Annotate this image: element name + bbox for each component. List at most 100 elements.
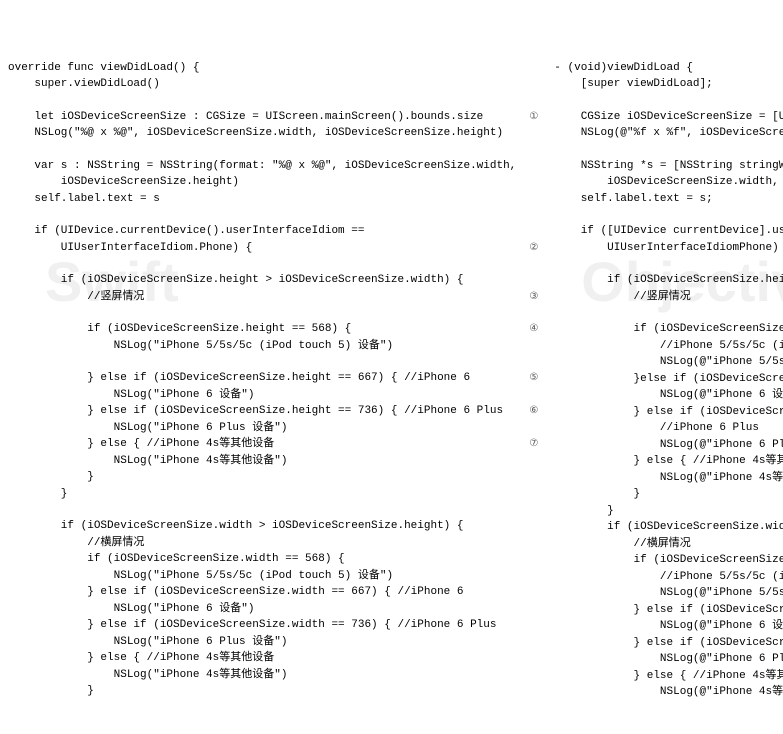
code-line: NSLog("iPhone 6 设备")	[8, 601, 538, 618]
code-line	[8, 142, 538, 158]
code-text: NSLog(@"iPhone 6 设备");	[554, 618, 783, 635]
code-text: if (iOSDeviceScreenSize.width > iOSDevic…	[554, 519, 783, 536]
code-text: } else { //iPhone 4s等其他设备	[554, 453, 783, 470]
code-text: }	[554, 503, 783, 520]
code-text: if (iOSDeviceScreenSize.width > iOSDevic…	[8, 518, 516, 535]
code-text: override func viewDidLoad() {	[8, 60, 516, 77]
code-text: if (iOSDeviceScreenSize.width == 568) {	[8, 551, 516, 568]
code-line: } else if (iOSDeviceScreenSize.width == …	[554, 602, 783, 619]
code-line: NSLog("iPhone 6 Plus 设备")	[8, 634, 538, 651]
code-line: } else if (iOSDeviceScreenSize.width == …	[8, 617, 538, 634]
code-text: //竖屏情况	[554, 289, 783, 306]
code-text: NSLog("iPhone 6 设备")	[8, 601, 516, 618]
code-line	[8, 207, 538, 223]
code-line: NSLog(@"iPhone 6 Plus 设备");	[554, 651, 783, 668]
code-line: } else if (iOSDeviceScreenSize.height ==…	[554, 404, 783, 421]
code-text: //iPhone 6 Plus	[554, 420, 783, 437]
code-text: if (iOSDeviceScreenSize.width == 568) {	[554, 552, 783, 569]
code-text: }else if (iOSDeviceScreenSize.height == …	[554, 371, 783, 388]
code-line: //竖屏情况③	[8, 289, 538, 306]
code-line: iOSDeviceScreenSize.width, iOSDeviceScre…	[554, 174, 783, 191]
code-line: } else if (iOSDeviceScreenSize.height ==…	[8, 370, 538, 387]
code-text: } else { //iPhone 4s等其他设备	[8, 650, 516, 667]
code-line	[554, 305, 783, 321]
code-text: super.viewDidLoad()	[8, 76, 516, 93]
annotation-marker: ⑥	[520, 403, 538, 418]
code-line: } else { //iPhone 4s等其他设备	[554, 453, 783, 470]
code-line: NSLog("iPhone 5/5s/5c (iPod touch 5) 设备"…	[8, 568, 538, 585]
code-text: NSLog("iPhone 5/5s/5c (iPod touch 5) 设备"…	[8, 568, 516, 585]
code-text: //iPhone 5/5s/5c (iPod touch 5) 设备	[554, 338, 783, 355]
annotation-marker: ①	[520, 109, 538, 124]
code-text: NSLog(@"iPhone 6 Plus 设备");	[554, 437, 783, 454]
code-line: NSLog(@"iPhone 6 Plus 设备");⑦	[554, 437, 783, 454]
code-line: if (iOSDeviceScreenSize.height > iOSDevi…	[8, 272, 538, 289]
code-text: var s : NSString = NSString(format: "%@ …	[8, 158, 516, 175]
code-line: NSLog(@"iPhone 6 设备");	[554, 387, 783, 404]
code-line: NSLog(@"iPhone 4s等其他设备");	[554, 684, 783, 701]
code-line: }	[554, 486, 783, 503]
code-text: UIUserInterfaceIdiomPhone) {	[554, 240, 783, 257]
code-line: if (iOSDeviceScreenSize.height > iOSDevi…	[554, 272, 783, 289]
code-text: //iPhone 5/5s/5c (iPod touch 5) 设备	[554, 569, 783, 586]
code-line: if (iOSDeviceScreenSize.width > iOSDevic…	[8, 518, 538, 535]
code-line: if (iOSDeviceScreenSize.width == 568) {	[8, 551, 538, 568]
code-text: iOSDeviceScreenSize.width, iOSDeviceScre…	[554, 174, 783, 191]
code-line: //iPhone 6 Plus	[554, 420, 783, 437]
code-text: NSString *s = [NSString stringWithFormat…	[554, 158, 783, 175]
code-text: NSLog(@"iPhone 5/5s/5c (iPod touch 5) 设备…	[554, 354, 783, 371]
code-line: [super viewDidLoad];	[554, 76, 783, 93]
code-line: UIUserInterfaceIdiom.Phone) {②	[8, 240, 538, 257]
code-text: self.label.text = s;	[554, 191, 783, 208]
code-text: NSLog(@"%f x %f", iOSDeviceScreenSize.wi…	[554, 125, 783, 142]
code-text: NSLog(@"iPhone 5/5s/5c (iPod touch 5) 设备…	[554, 585, 783, 602]
code-line: if (iOSDeviceScreenSize.width == 568) {	[554, 552, 783, 569]
code-line: }	[554, 503, 783, 520]
code-line: NSLog(@"iPhone 6 设备");	[554, 618, 783, 635]
code-text: NSLog(@"iPhone 6 Plus 设备");	[554, 651, 783, 668]
code-text: NSLog("iPhone 6 设备")	[8, 387, 516, 404]
code-line: //横屏情况	[8, 535, 538, 552]
code-line	[554, 207, 783, 223]
code-line: override func viewDidLoad() {	[8, 60, 538, 77]
code-line: }	[8, 683, 538, 700]
code-line: } else { //iPhone 4s等其他设备	[554, 668, 783, 685]
code-columns: Swift override func viewDidLoad() { supe…	[0, 0, 783, 593]
code-line: super.viewDidLoad()	[8, 76, 538, 93]
code-text: NSLog("iPhone 6 Plus 设备")	[8, 420, 516, 437]
code-text: } else if (iOSDeviceScreenSize.height ==…	[8, 370, 516, 387]
code-line: self.label.text = s;	[554, 191, 783, 208]
code-line: //iPhone 5/5s/5c (iPod touch 5) 设备	[554, 569, 783, 586]
swift-column: Swift override func viewDidLoad() { supe…	[0, 0, 546, 593]
code-line: //竖屏情况③	[554, 289, 783, 306]
code-text: if (iOSDeviceScreenSize.height > iOSDevi…	[554, 272, 783, 289]
code-text: NSLog("iPhone 4s等其他设备")	[8, 667, 516, 684]
code-line: }	[8, 469, 538, 486]
code-line: } else { //iPhone 4s等其他设备⑦	[8, 436, 538, 453]
code-line	[554, 256, 783, 272]
code-text: - (void)viewDidLoad {	[554, 60, 783, 77]
code-line: iOSDeviceScreenSize.height)	[8, 174, 538, 191]
code-line	[8, 256, 538, 272]
code-line: NSLog("iPhone 4s等其他设备")	[8, 453, 538, 470]
code-line: if ([UIDevice currentDevice].userInterfa…	[554, 223, 783, 240]
code-text: NSLog("iPhone 5/5s/5c (iPod touch 5) 设备"…	[8, 338, 516, 355]
code-line: if (UIDevice.currentDevice().userInterfa…	[8, 223, 538, 240]
code-line: if (iOSDeviceScreenSize.height == 568) {…	[8, 321, 538, 338]
code-line: }else if (iOSDeviceScreenSize.height == …	[554, 371, 783, 388]
code-text: NSLog(@"iPhone 6 设备");	[554, 387, 783, 404]
code-text: UIUserInterfaceIdiom.Phone) {	[8, 240, 516, 257]
code-text: if (UIDevice.currentDevice().userInterfa…	[8, 223, 516, 240]
code-line: var s : NSString = NSString(format: "%@ …	[8, 158, 538, 175]
code-line: NSLog(@"%f x %f", iOSDeviceScreenSize.wi…	[554, 125, 783, 142]
annotation-marker: ⑤	[520, 370, 538, 385]
code-text: } else if (iOSDeviceScreenSize.width == …	[8, 617, 516, 634]
code-line	[554, 142, 783, 158]
code-line: UIUserInterfaceIdiomPhone) {②	[554, 240, 783, 257]
code-text: }	[8, 486, 516, 503]
code-text: } else { //iPhone 4s等其他设备	[8, 436, 516, 453]
code-text: if (iOSDeviceScreenSize.height > iOSDevi…	[8, 272, 516, 289]
code-line: }	[8, 486, 538, 503]
code-line: NSLog("iPhone 4s等其他设备")	[8, 667, 538, 684]
code-line: } else { //iPhone 4s等其他设备	[8, 650, 538, 667]
